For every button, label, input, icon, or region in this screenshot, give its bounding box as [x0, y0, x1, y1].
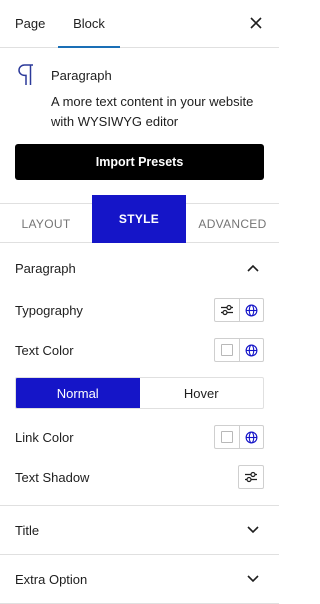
text-shadow-controls	[238, 465, 264, 489]
text-color-row: Text Color	[15, 337, 264, 363]
text-shadow-label: Text Shadow	[15, 469, 90, 485]
import-presets-button[interactable]: Import Presets	[15, 144, 264, 180]
link-color-controls	[214, 425, 264, 449]
text-color-controls	[214, 338, 264, 362]
typography-row: Typography	[15, 297, 264, 323]
tab-style[interactable]: STYLE	[92, 195, 186, 243]
link-color-global-button[interactable]	[239, 426, 263, 448]
text-color-swatch-button[interactable]	[215, 339, 239, 361]
globe-icon	[245, 344, 258, 356]
sliders-icon	[245, 471, 257, 483]
section-title: Paragraph	[15, 260, 76, 276]
section-extra-option-header[interactable]: Extra Option	[0, 555, 279, 603]
color-swatch	[221, 344, 233, 356]
text-color-global-button[interactable]	[239, 339, 263, 361]
chevron-down-icon	[247, 575, 259, 583]
typography-controls	[214, 298, 264, 322]
typography-label: Typography	[15, 302, 83, 318]
tab-advanced[interactable]: ADVANCED	[186, 204, 279, 243]
tab-block[interactable]: Block	[58, 0, 120, 48]
sliders-icon	[221, 304, 233, 316]
state-normal-button[interactable]: Normal	[16, 378, 140, 408]
section-title-header[interactable]: Title	[0, 506, 279, 554]
text-shadow-row: Text Shadow	[15, 464, 264, 490]
state-toggle: Normal Hover	[15, 377, 264, 409]
panel-tabs: LAYOUT STYLE ADVANCED	[0, 195, 279, 243]
block-title: Paragraph	[51, 68, 112, 83]
close-button[interactable]	[247, 14, 265, 32]
sidebar-header: Page Block	[0, 0, 279, 48]
globe-icon	[245, 304, 258, 316]
text-color-label: Text Color	[15, 342, 74, 358]
text-shadow-settings-button[interactable]	[239, 466, 263, 488]
link-color-label: Link Color	[15, 429, 74, 445]
tab-page[interactable]: Page	[15, 0, 45, 47]
paragraph-icon	[18, 64, 33, 85]
chevron-up-icon	[247, 264, 259, 272]
state-hover-button[interactable]: Hover	[140, 378, 264, 408]
block-description: A more text content in your website with…	[51, 94, 254, 129]
typography-settings-button[interactable]	[215, 299, 239, 321]
section-title: Title	[15, 522, 40, 538]
close-icon	[250, 17, 262, 29]
color-swatch	[221, 431, 233, 443]
globe-icon	[245, 431, 258, 443]
link-color-row: Link Color	[15, 424, 264, 450]
tab-layout[interactable]: LAYOUT	[0, 204, 92, 243]
chevron-down-icon	[247, 526, 259, 534]
section-title: Extra Option	[15, 571, 88, 587]
typography-global-button[interactable]	[239, 299, 263, 321]
link-color-swatch-button[interactable]	[215, 426, 239, 448]
section-paragraph-header[interactable]: Paragraph	[0, 244, 279, 292]
